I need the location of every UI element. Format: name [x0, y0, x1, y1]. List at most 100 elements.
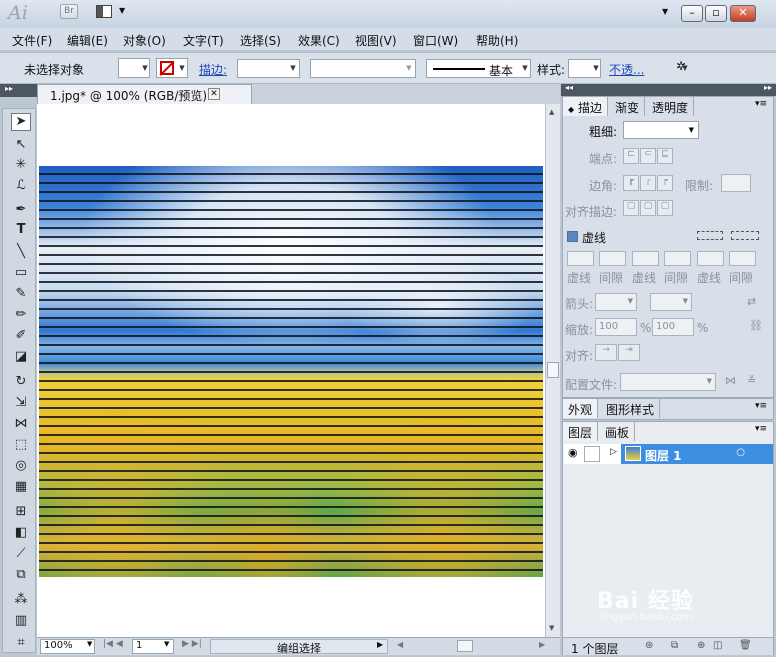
tab-artboards[interactable]: 画板 [600, 422, 636, 441]
dash-field-3[interactable] [697, 251, 724, 266]
bridge-button[interactable]: Br [60, 4, 78, 19]
minimize-button[interactable]: – [681, 5, 703, 22]
first-artboard-icon[interactable]: |◀ ◀ [103, 639, 123, 649]
menu-file[interactable]: 文件(F) [12, 32, 52, 49]
lock-toggle[interactable] [584, 446, 600, 462]
start-arrowhead-field[interactable]: ▼ [595, 293, 637, 311]
flip-vertical-icon[interactable]: ≚ [747, 374, 756, 387]
scroll-right-icon[interactable]: ▶ [539, 640, 545, 649]
maximize-button[interactable]: ▫ [705, 5, 727, 22]
zoom-dropdown-icon[interactable]: ▼ [87, 640, 92, 648]
arrow-tip-extend-icon[interactable]: → [595, 344, 617, 361]
new-sublayer-icon[interactable]: ⊕ [697, 640, 705, 651]
eyedropper-tool-icon[interactable]: ⟋ [11, 546, 31, 564]
bevel-join-icon[interactable]: ┍ [657, 175, 673, 191]
delete-layer-icon[interactable]: 🗑 [739, 640, 752, 651]
free-transform-tool-icon[interactable]: ⬚ [11, 437, 31, 455]
scroll-left-icon[interactable]: ◀ [397, 640, 403, 649]
status-mode[interactable]: 编组选择 [210, 639, 388, 655]
shape-builder-tool-icon[interactable]: ◎ [11, 458, 31, 476]
menu-effect[interactable]: 效果(C) [298, 32, 340, 49]
opacity-link[interactable]: 不透... [609, 61, 644, 78]
tab-gradient[interactable]: 渐变 [610, 97, 646, 116]
style-dropdown-icon[interactable]: ▼ [591, 64, 601, 72]
variable-width-field[interactable] [310, 59, 416, 78]
dash-preserve-icon[interactable] [697, 231, 723, 240]
scale-tool-icon[interactable]: ⇲ [11, 395, 31, 413]
weight-dropdown-icon[interactable]: ▼ [689, 126, 694, 134]
round-cap-icon[interactable]: ⊂ [640, 148, 656, 164]
arrow-tip-place-icon[interactable]: ⇥ [618, 344, 640, 361]
scroll-thumb[interactable] [547, 362, 559, 378]
pen-tool-icon[interactable]: ✒ [11, 202, 31, 220]
blob-brush-tool-icon[interactable]: ✐ [11, 328, 31, 346]
panel-menu-icon[interactable]: ▾≡ [755, 99, 767, 109]
align-inside-icon[interactable]: ▢ [640, 200, 656, 216]
magic-wand-tool-icon[interactable]: ✳ [11, 157, 31, 175]
artboard-canvas[interactable] [37, 104, 545, 637]
status-menu-icon[interactable]: ▶ [377, 640, 383, 649]
menu-type[interactable]: 文字(T) [183, 32, 224, 49]
blend-tool-icon[interactable]: ⧉ [11, 567, 31, 585]
paintbrush-tool-icon[interactable]: ✎ [11, 286, 31, 304]
fill-dropdown-icon[interactable]: ▼ [140, 64, 150, 72]
scroll-up-icon[interactable]: ▲ [549, 108, 554, 116]
flip-horizontal-icon[interactable]: ⋈ [725, 374, 736, 387]
close-document-icon[interactable]: ✕ [208, 88, 220, 100]
menu-edit[interactable]: 编辑(E) [67, 32, 108, 49]
type-tool-icon[interactable]: T [11, 222, 31, 240]
dash-align-icon[interactable] [731, 231, 759, 240]
visibility-eye-icon[interactable]: ◉ [568, 446, 578, 459]
tab-layers[interactable]: 图层 [563, 422, 599, 441]
align-center-icon[interactable]: ▢ [623, 200, 639, 216]
dashed-line-checkbox[interactable] [567, 231, 578, 242]
menu-select[interactable]: 选择(S) [240, 32, 281, 49]
start-scale-field[interactable]: 100 [595, 318, 637, 336]
gap-field-2[interactable] [664, 251, 691, 266]
gap-field-3[interactable] [729, 251, 756, 266]
swap-arrowheads-icon[interactable]: ⇄ [747, 295, 756, 308]
stroke-weight-dropdown-icon[interactable]: ▼ [288, 64, 298, 72]
horizontal-scroll-thumb[interactable] [457, 640, 473, 652]
pencil-tool-icon[interactable]: ✏ [11, 307, 31, 325]
weight-field[interactable]: ▼ [623, 121, 699, 139]
document-tab[interactable]: 1.jpg* @ 100% (RGB/预览) ✕ [37, 84, 252, 104]
appearance-menu-icon[interactable]: ▾≡ [755, 401, 767, 411]
control-menu-icon[interactable]: ▼ [680, 64, 690, 72]
butt-cap-icon[interactable]: ⊏ [623, 148, 639, 164]
gradient-tool-icon[interactable]: ◧ [11, 525, 31, 543]
layer-row[interactable]: ◉ ▷ 图层 1 ○ [564, 444, 773, 464]
locate-object-icon[interactable]: ⊛ [645, 640, 653, 651]
menu-help[interactable]: 帮助(H) [476, 32, 518, 49]
artboard-dropdown-icon[interactable]: ▼ [164, 640, 169, 648]
chevron-down-icon[interactable]: ▼ [119, 6, 125, 15]
menu-view[interactable]: 视图(V) [355, 32, 397, 49]
dock-collapse-icon[interactable]: ◂◂ [565, 83, 573, 92]
collapse-icon[interactable]: ▸▸ [5, 84, 13, 93]
tab-graphic-styles[interactable]: 图形样式 [601, 399, 661, 418]
end-scale-field[interactable]: 100 [652, 318, 694, 336]
layer-name-cell[interactable]: 图层 1 ○ [621, 444, 773, 464]
rotate-tool-icon[interactable]: ↻ [11, 374, 31, 392]
selection-tool-icon[interactable]: ➤ [11, 113, 31, 131]
rectangle-tool-icon[interactable]: ▭ [11, 265, 31, 283]
mesh-tool-icon[interactable]: ⊞ [11, 504, 31, 522]
close-button[interactable]: ✕ [730, 5, 756, 22]
line-tool-icon[interactable]: ╲ [11, 244, 31, 262]
sunflower-field-image[interactable] [39, 166, 543, 577]
symbol-sprayer-tool-icon[interactable]: ⁂ [11, 592, 31, 610]
gap-field-1[interactable] [599, 251, 626, 266]
artboard-tool-icon[interactable]: ⌗ [11, 635, 31, 653]
lasso-tool-icon[interactable]: ℒ [11, 178, 31, 196]
miter-join-icon[interactable]: ┏ [623, 175, 639, 191]
menu-object[interactable]: 对象(O) [123, 32, 166, 49]
new-layer-icon[interactable]: ◫ [713, 640, 722, 651]
width-tool-icon[interactable]: ⋈ [11, 416, 31, 434]
profile-field[interactable]: ▼ [620, 373, 716, 391]
last-artboard-icon[interactable]: ▶ ▶| [182, 639, 202, 649]
square-cap-icon[interactable]: ⊑ [657, 148, 673, 164]
brush-dropdown-icon[interactable]: ▼ [520, 64, 530, 72]
scroll-down-icon[interactable]: ▼ [549, 624, 554, 632]
stroke-dropdown-icon[interactable]: ▼ [177, 64, 187, 72]
perspective-grid-tool-icon[interactable]: ▦ [11, 479, 31, 497]
